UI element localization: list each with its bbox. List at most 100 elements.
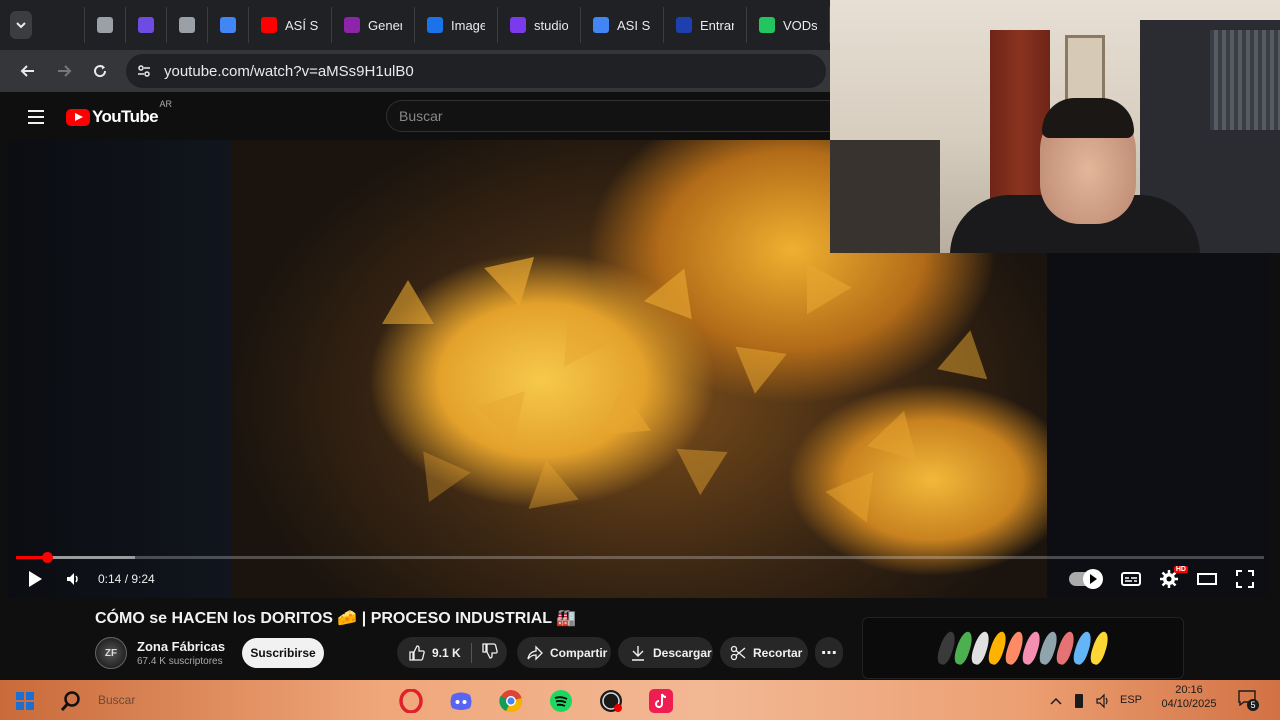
thumbs-up-icon [409, 644, 425, 661]
progress-bar[interactable] [16, 552, 1264, 563]
clip-button[interactable]: Recortar [720, 637, 808, 668]
time-display: 0:14 / 9:24 [98, 572, 155, 586]
browser-tab[interactable]: Image [415, 7, 498, 43]
chip-shape [528, 460, 588, 524]
browser-tab[interactable]: Gener [332, 7, 415, 43]
fullscreen-button[interactable] [1226, 562, 1264, 596]
like-button[interactable]: 9.1 K [409, 644, 461, 661]
opera-icon [399, 689, 423, 713]
device-tray-icon[interactable] [1066, 689, 1092, 713]
theater-icon [1197, 573, 1217, 585]
notification-count: 5 [1247, 699, 1259, 711]
menu-button[interactable] [16, 97, 56, 137]
notifications-button[interactable]: 5 [1238, 690, 1259, 711]
browser-tab[interactable] [85, 7, 126, 43]
player-controls: 0:14 / 9:24 HD [8, 562, 1270, 596]
spotify-app[interactable] [548, 689, 574, 713]
tab-favicon-icon [510, 17, 526, 33]
channel-name[interactable]: Zona Fábricas [137, 639, 225, 654]
volume-tray-button[interactable] [1090, 689, 1116, 713]
search-icon [60, 691, 80, 712]
search-input[interactable]: Buscar [386, 100, 830, 132]
chip-shape [676, 428, 740, 496]
start-button[interactable] [12, 689, 38, 713]
download-label: Descargar [653, 645, 712, 660]
tab-favicon-icon [676, 17, 692, 33]
mute-button[interactable] [54, 562, 92, 596]
youtube-header: YouTube AR Buscar [8, 94, 830, 140]
url-text[interactable]: youtube.com/watch?v=aMSs9H1ulB0 [164, 63, 414, 80]
chrome-app[interactable] [498, 689, 524, 713]
reload-icon [94, 65, 107, 78]
dislike-button[interactable] [482, 643, 498, 662]
tab-title: Image [451, 17, 485, 33]
channel-info[interactable]: ZF Zona Fábricas 67.4 K suscriptores [95, 636, 225, 670]
chip-shape [405, 451, 471, 513]
logo-text: YouTube [92, 107, 159, 126]
subscribe-button[interactable]: Suscribirse [242, 638, 324, 668]
tab-favicon-icon [344, 17, 360, 33]
forward-button[interactable] [46, 53, 82, 89]
tab-search-button[interactable] [10, 11, 32, 39]
browser-tab[interactable] [208, 7, 249, 43]
tab-favicon-icon [56, 17, 72, 33]
thumbs-down-icon [482, 643, 498, 659]
discord-app[interactable] [448, 689, 474, 713]
taskbar-search-button[interactable] [58, 689, 84, 713]
chip-shape [643, 268, 713, 336]
region-code: AR [159, 99, 172, 109]
channel-avatar[interactable]: ZF [95, 637, 127, 669]
chip-shape [866, 403, 930, 461]
browser-tab[interactable]: Entrar [664, 7, 747, 43]
back-button[interactable] [10, 53, 46, 89]
browser-tab[interactable]: VODs [747, 7, 830, 43]
browser-tab[interactable] [126, 7, 167, 43]
clock-date: 04/10/2025 [1161, 698, 1217, 710]
tab-favicon-icon [261, 17, 277, 33]
browser-tab[interactable] [167, 7, 208, 43]
ad-banner[interactable] [862, 617, 1184, 679]
speaker-icon [1096, 693, 1108, 709]
autoplay-toggle[interactable] [1064, 562, 1112, 596]
play-icon [29, 571, 42, 587]
chip-shape [928, 330, 988, 394]
browser-tab[interactable]: ASÍ SE [249, 7, 332, 43]
download-icon [632, 645, 644, 661]
screen: ASÍ SE Gener Image studio ASI SE Entrar VODs y… [0, 0, 1280, 720]
opera-app[interactable] [398, 689, 424, 713]
browser-tab-strip: ASÍ SE Gener Image studio ASI SE Entrar VODs [0, 0, 830, 50]
subtitles-button[interactable] [1112, 562, 1150, 596]
clock[interactable]: 20:16 04/10/2025 [1156, 684, 1222, 710]
download-button[interactable]: Descargar [618, 637, 713, 668]
like-count: 9.1 K [432, 645, 461, 660]
chip-shape [784, 249, 852, 315]
discord-icon [450, 692, 472, 710]
address-bar[interactable]: youtube.com/watch?v=aMSs9H1ulB0 [126, 54, 826, 88]
site-info-icon[interactable] [136, 63, 152, 79]
taskbar-search-text[interactable]: Buscar [98, 693, 135, 707]
like-dislike-group: 9.1 K [397, 637, 507, 668]
share-button[interactable]: Compartir [517, 637, 611, 668]
tab-title: ASI SE [617, 17, 651, 33]
chip-shape [382, 280, 434, 324]
more-actions-button[interactable]: ⋯ [815, 637, 843, 668]
browser-tab[interactable] [44, 7, 85, 43]
browser-toolbar: youtube.com/watch?v=aMSs9H1ulB0 [0, 50, 830, 92]
reload-button[interactable] [82, 53, 118, 89]
browser-tab[interactable]: studio [498, 7, 581, 43]
tab-favicon-icon [220, 17, 236, 33]
play-button[interactable] [16, 562, 54, 596]
tiktok-app[interactable] [648, 689, 674, 713]
theater-mode-button[interactable] [1188, 562, 1226, 596]
youtube-logo[interactable]: YouTube AR [66, 99, 172, 127]
volume-icon [67, 573, 78, 585]
browser-tab[interactable]: ASI SE [581, 7, 664, 43]
chrome-icon [499, 690, 522, 713]
settings-button[interactable]: HD [1150, 562, 1188, 596]
clip-label: Recortar [753, 645, 803, 660]
tiktok-icon [649, 689, 673, 713]
input-language[interactable]: ESP [1120, 694, 1142, 706]
obs-app[interactable] [598, 689, 624, 713]
phone-icon [1075, 694, 1083, 708]
chip-shape [729, 346, 787, 398]
